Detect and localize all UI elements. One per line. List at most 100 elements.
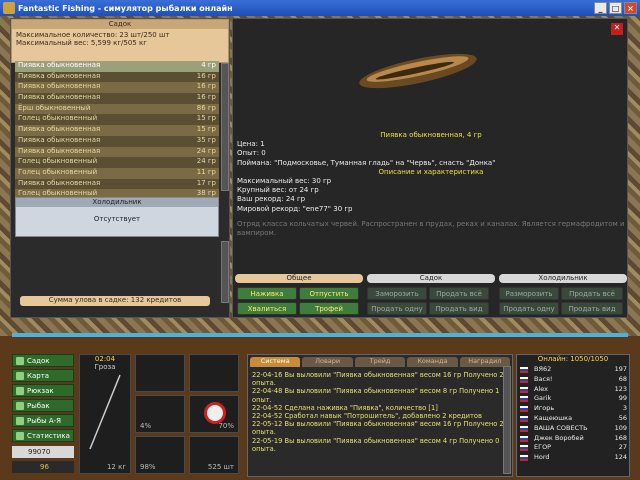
side-menu: Садок Карта Рюкзак Рыбак Рыбы А-Я Статистика xyxy=(12,354,74,444)
fish-list: Пиявка обыкновенная 4 гр Пиявка обыкновенн… xyxy=(15,61,219,200)
fish-list-row[interactable]: Голец обыкновенный 11 гр xyxy=(15,167,219,179)
player-name: Джек Воробей xyxy=(534,433,584,442)
player-row[interactable]: Hord 124 xyxy=(517,453,629,463)
fish-name: Пиявка обыкновенная xyxy=(18,93,101,102)
fish-weight: 15 гр xyxy=(196,114,216,123)
freeze-button[interactable]: Заморозить xyxy=(367,287,427,300)
player-name: Garik xyxy=(534,394,552,403)
fish-list-row[interactable]: Пиявка обыкновенная 16 гр xyxy=(15,93,219,104)
release-button[interactable]: Отпустить xyxy=(299,287,359,300)
side-menu-button[interactable]: Карта xyxy=(12,369,74,382)
player-row[interactable]: Джек Воробей 168 xyxy=(517,434,629,444)
hook-slot[interactable]: 4% xyxy=(135,395,185,433)
side-menu-button[interactable]: Рыбак xyxy=(12,399,74,412)
fish-list-row[interactable]: Голец обыкновенный 15 гр xyxy=(15,114,219,126)
player-name: ВЯ62 xyxy=(534,365,552,373)
menu-icon xyxy=(16,387,24,395)
fish-exp: Опыт: 0 xyxy=(237,149,266,158)
player-level: 197 xyxy=(614,365,627,373)
float-slot[interactable] xyxy=(189,354,239,392)
flag-icon xyxy=(520,425,528,432)
panel-close-icon[interactable]: ✕ xyxy=(611,23,623,35)
player-row[interactable]: Вася! 68 xyxy=(517,375,629,385)
player-name: Игорь xyxy=(534,404,555,413)
fish-list-row[interactable]: Голец обыкновенный 24 гр xyxy=(15,157,219,168)
player-level: 27 xyxy=(618,443,627,452)
player-row[interactable]: Кащеюшка 56 xyxy=(517,414,629,424)
minimize-button[interactable]: _ xyxy=(594,2,607,14)
player-row[interactable]: ЕГОР 27 xyxy=(517,443,629,453)
chat-tab[interactable]: Ловари xyxy=(302,357,353,367)
fish-price: Цена: 1 xyxy=(237,140,265,149)
fish-weight: 4 гр xyxy=(201,61,216,69)
chat-tab[interactable]: Трейд xyxy=(354,357,406,367)
side-menu-button[interactable]: Статистика xyxy=(12,429,74,442)
bait-slot[interactable]: 70% xyxy=(189,395,239,433)
fish-list-scrollbar[interactable] xyxy=(221,63,229,191)
fish-list-row[interactable]: Пиявка обыкновенная 35 гр xyxy=(15,135,219,147)
player-level: 124 xyxy=(614,453,627,462)
chat-scrollbar[interactable] xyxy=(503,366,511,474)
fridge-sell-kind-button[interactable]: Продать вид xyxy=(561,302,623,315)
fish-description: Отряд класса кольчатых червей. Распростр… xyxy=(237,219,625,238)
flag-icon xyxy=(520,367,528,373)
online-panel: Онлайн: 1050/1050 ВЯ62 197 Вася! 68 Alex 123 G… xyxy=(516,354,630,477)
unfreeze-button[interactable]: Разморозить xyxy=(499,287,559,300)
player-row[interactable]: Garik 99 xyxy=(517,394,629,404)
flag-icon xyxy=(520,406,528,413)
fish-list-row[interactable]: Пиявка обыкновенная 17 гр xyxy=(15,178,219,190)
window-title: Fantastic Fishing - симулятор рыбалки он… xyxy=(18,3,233,13)
chat-tab[interactable]: Команда xyxy=(407,357,458,367)
trophy-button[interactable]: Трофей xyxy=(299,302,359,315)
fish-list-row[interactable]: Ёрш обыкновенный 86 гр xyxy=(15,103,219,115)
player-name: ВАША СОВЕСТЬ xyxy=(534,423,588,432)
maximize-button[interactable]: □ xyxy=(609,2,622,14)
player-row[interactable]: ВАША СОВЕСТЬ 109 xyxy=(517,424,629,434)
fish-weight: 16 гр xyxy=(196,82,216,91)
sum-label: Сумма улова в садке: 132 кредитов xyxy=(20,296,210,306)
fish-info: Пиявка обыкновенная, 4 гр Цена: 1 Опыт: … xyxy=(237,131,625,238)
player-row[interactable]: ВЯ62 197 xyxy=(517,365,629,375)
fridge-sell-all-button[interactable]: Продать всё xyxy=(561,287,623,300)
player-row[interactable]: Игорь 3 xyxy=(517,404,629,414)
fish-weight: 17 гр xyxy=(196,178,216,187)
tab-general[interactable]: Общее xyxy=(235,274,363,283)
player-row[interactable]: Alex 123 xyxy=(517,385,629,395)
fridge-scrollbar[interactable] xyxy=(221,241,229,303)
sell-all-button[interactable]: Продать всё xyxy=(429,287,489,300)
fish-list-row[interactable]: Пиявка обыкновенная 16 гр xyxy=(15,71,219,83)
clock-time: 02:04 xyxy=(94,355,116,363)
line-slot[interactable]: 98% xyxy=(135,436,185,474)
menu-icon xyxy=(16,402,24,410)
fish-weight: 24 гр xyxy=(196,157,216,166)
chat-tab[interactable]: Система xyxy=(250,357,301,367)
side-menu-button[interactable]: Рюкзак xyxy=(12,384,74,397)
fish-list-row[interactable]: Пиявка обыкновенная 15 гр xyxy=(15,125,219,136)
menu-icon xyxy=(16,357,24,365)
bait-count-slot[interactable]: 525 шт xyxy=(189,436,239,474)
side-menu-button[interactable]: Садок xyxy=(12,354,74,367)
player-name: ЕГОР xyxy=(534,443,552,452)
sell-kind-button[interactable]: Продать вид xyxy=(429,302,489,315)
sadok-header-box: Садок Максимальное количество: 23 шт/250… xyxy=(11,19,229,63)
bait-count: 525 шт xyxy=(207,463,234,471)
side-menu-label: Карта xyxy=(27,371,50,380)
fish-list-row[interactable]: Пиявка обыкновенная 16 гр xyxy=(15,82,219,94)
sell-one-button[interactable]: Продать одну xyxy=(367,302,427,315)
bait-pct: 70% xyxy=(218,422,234,430)
fish-name: Пиявка обыкновенная xyxy=(18,146,101,155)
rod-slot[interactable]: 02:04 Гроза 12 кг xyxy=(79,354,131,474)
bait-button[interactable]: Наживка xyxy=(237,287,297,300)
fridge-sell-one-button[interactable]: Продать одну xyxy=(499,302,559,315)
side-menu-button[interactable]: Рыбы А-Я xyxy=(12,414,74,427)
fish-list-row[interactable]: Пиявка обыкновенная 4 гр xyxy=(15,61,219,72)
fish-list-row[interactable]: Пиявка обыкновенная 24 гр xyxy=(15,146,219,158)
tab-sadok[interactable]: Садок xyxy=(367,274,495,283)
sadok-max-weight: Максимальный вес: 5,599 кг/505 кг xyxy=(16,39,147,47)
fish-name: Пиявка обыкновенная xyxy=(18,125,101,134)
player-name: Вася! xyxy=(534,374,553,383)
tab-fridge[interactable]: Холодильник xyxy=(499,274,627,283)
close-button[interactable]: × xyxy=(624,2,637,14)
boast-button[interactable]: Хвалиться xyxy=(237,302,297,315)
reel-slot[interactable] xyxy=(135,354,185,392)
